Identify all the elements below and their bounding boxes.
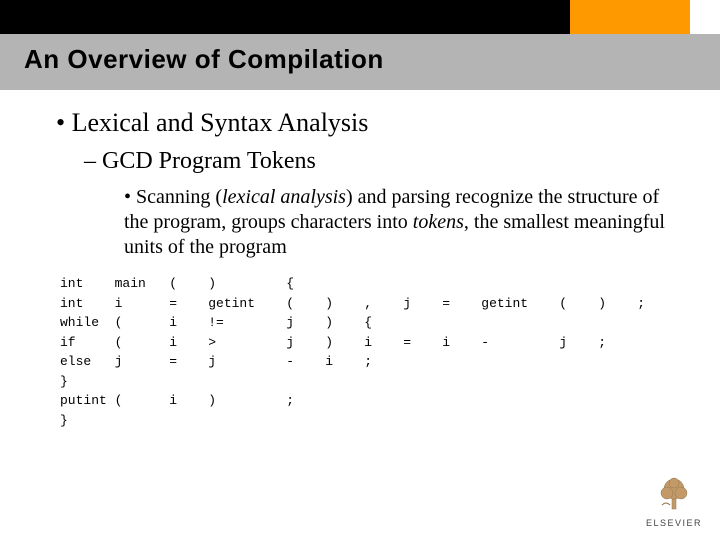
bullet-italic-1: lexical analysis <box>222 186 346 208</box>
bullet-level-2: GCD Program Tokens <box>84 148 688 175</box>
publisher-name: ELSEVIER <box>646 518 702 528</box>
slide-content: Lexical and Syntax Analysis GCD Program … <box>0 90 720 430</box>
tokens-code-block: int main ( ) { int i = getint ( ) , j = … <box>60 274 688 430</box>
bullet-level-1: Lexical and Syntax Analysis <box>56 108 688 138</box>
slide-header: An Overview of Compilation <box>0 0 720 90</box>
bullet-level-3: • Scanning (lexical analysis) and parsin… <box>124 185 688 260</box>
bullet-text-part1: • Scanning ( <box>124 185 222 210</box>
slide-title: An Overview of Compilation <box>24 44 384 75</box>
tree-icon <box>654 475 694 516</box>
header-black-bar <box>0 0 570 34</box>
bullet-italic-2: tokens <box>413 211 464 233</box>
publisher-logo: ELSEVIER <box>646 475 702 528</box>
